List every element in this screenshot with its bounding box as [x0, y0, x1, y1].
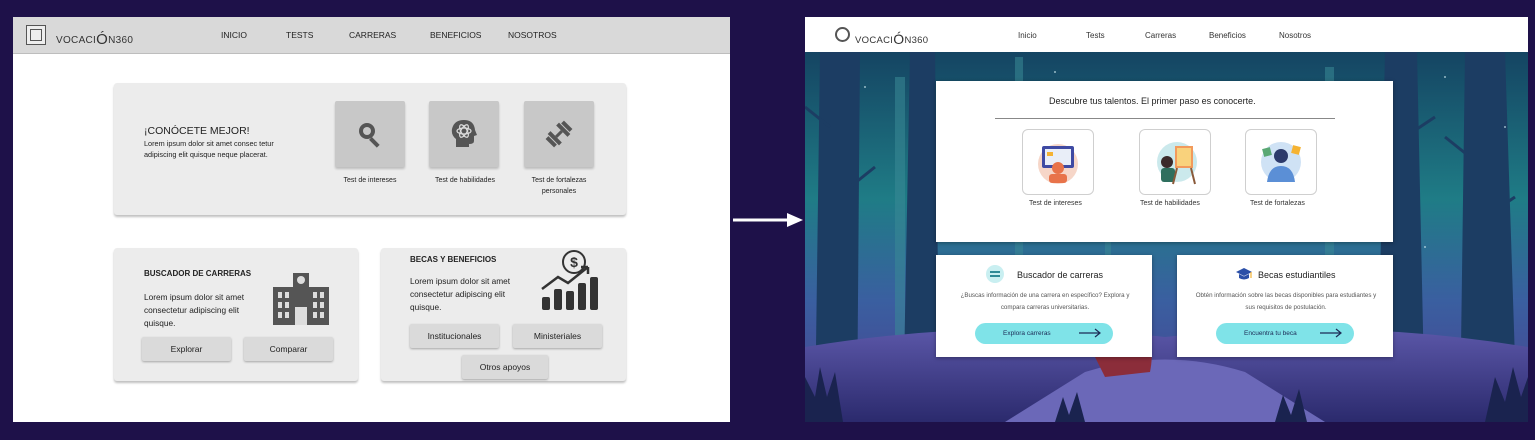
- wf-benefits-card: BECAS Y BENEFICIOS Lorem ipsum dolor sit…: [381, 248, 626, 381]
- wf-know-body: Lorem ipsum dolor sit amet consec tetur …: [144, 139, 274, 159]
- test-interests-tile[interactable]: [1022, 129, 1094, 195]
- nav-carreras[interactable]: Carreras: [1145, 31, 1176, 40]
- head-atom-icon: [451, 120, 477, 147]
- wf-test-interests-label: Test de intereses: [343, 177, 397, 184]
- nav-inicio[interactable]: Inicio: [1018, 31, 1037, 40]
- tests-card: Descubre tus talentos. El primer paso es…: [936, 81, 1393, 242]
- wf-nav-beneficios[interactable]: BENEFICIOS: [430, 30, 481, 40]
- compass-icon: [986, 265, 1004, 283]
- wf-compare-button[interactable]: Comparar: [244, 337, 333, 361]
- wf-ministerial-button[interactable]: Ministeriales: [513, 324, 602, 348]
- right-arrow-icon: [733, 213, 803, 227]
- design-navbar: VOCACIÓN360 Inicio Tests Carreras Benefi…: [805, 17, 1528, 52]
- svg-text:$: $: [570, 254, 578, 270]
- headline-divider: [995, 118, 1335, 119]
- wf-test-skills-tile[interactable]: [429, 101, 499, 167]
- image-placeholder-icon: [26, 25, 46, 45]
- test-strengths-label: Test de fortalezas: [1250, 200, 1305, 207]
- skills-painter-icon: [1157, 142, 1197, 185]
- strengths-person-icon: [1261, 142, 1301, 182]
- nav-tests[interactable]: Tests: [1086, 31, 1105, 40]
- design-logo[interactable]: VOCACIÓN360: [855, 30, 928, 47]
- wf-nav-inicio[interactable]: INICIO: [221, 30, 247, 40]
- scholarships-title: Becas estudiantiles: [1258, 270, 1336, 280]
- wf-nav-carreras[interactable]: CARRERAS: [349, 30, 396, 40]
- wf-know-title: ¡CONÓCETE MEJOR!: [144, 125, 250, 137]
- university-building-icon: [273, 273, 329, 325]
- wf-know-yourself-card: ¡CONÓCETE MEJOR! Lorem ipsum dolor sit a…: [114, 83, 626, 215]
- logo-globe-icon: [835, 27, 850, 42]
- scholarships-card: Becas estudiantiles Obtén información so…: [1177, 255, 1393, 357]
- explore-careers-button[interactable]: Explora carreras: [975, 323, 1113, 344]
- wf-test-skills-label: Test de habilidades: [435, 177, 495, 184]
- test-strengths-tile[interactable]: [1245, 129, 1317, 195]
- money-growth-icon: $: [541, 250, 598, 310]
- wf-careers-title: BUSCADOR DE CARRERAS: [144, 269, 252, 278]
- careers-description: ¿Buscas información de una carrera en es…: [960, 292, 1130, 311]
- explore-careers-label: Explora carreras: [1003, 330, 1051, 337]
- wf-nav-nosotros[interactable]: NOSOTROS: [508, 30, 557, 40]
- wf-careers-body: Lorem ipsum dolor sit amet consectetur a…: [144, 292, 245, 328]
- wf-nav-tests[interactable]: TESTS: [286, 30, 313, 40]
- careers-title: Buscador de carreras: [1017, 270, 1104, 280]
- nav-beneficios[interactable]: Beneficios: [1209, 31, 1246, 40]
- wf-test-strengths-tile[interactable]: [524, 101, 594, 167]
- tests-headline: Descubre tus talentos. El primer paso es…: [1049, 96, 1256, 106]
- test-skills-tile[interactable]: [1139, 129, 1211, 195]
- wireframe-navbar: VOCACIÓN360 INICIO TESTS CARRERAS BENEFI…: [13, 17, 730, 54]
- nav-nosotros[interactable]: Nosotros: [1279, 31, 1311, 40]
- arrow-right-icon: [1320, 328, 1342, 338]
- interests-illustration-icon: [1038, 144, 1078, 184]
- wf-careers-card: BUSCADOR DE CARRERAS Lorem ipsum dolor s…: [114, 248, 358, 381]
- wf-explore-button[interactable]: Explorar: [142, 337, 231, 361]
- graduation-cap-icon: [1236, 268, 1252, 280]
- wireframe-mockup: VOCACIÓN360 INICIO TESTS CARRERAS BENEFI…: [13, 17, 730, 422]
- wireframe-logo[interactable]: VOCACIÓN360: [56, 30, 133, 48]
- wf-benefits-body: Lorem ipsum dolor sit amet consectetur a…: [410, 276, 511, 312]
- wf-other-support-button[interactable]: Otros apoyos: [462, 355, 548, 379]
- wf-test-strengths-label: Test de fortalezas personales: [531, 177, 587, 195]
- find-scholarship-button[interactable]: Encuentra tu beca: [1216, 323, 1354, 344]
- scholarships-description: Obtén información sobre las becas dispon…: [1195, 292, 1377, 311]
- test-skills-label: Test de habilidades: [1140, 200, 1200, 207]
- wf-test-interests-tile[interactable]: [335, 101, 405, 167]
- careers-card: Buscador de carreras ¿Buscas información…: [936, 255, 1152, 357]
- dumbbell-icon: [545, 120, 573, 148]
- magnifier-icon: [359, 123, 380, 148]
- wf-benefits-title: BECAS Y BENEFICIOS: [410, 255, 497, 264]
- find-scholarship-label: Encuentra tu beca: [1244, 330, 1297, 337]
- arrow-right-icon: [1079, 328, 1101, 338]
- final-design-mockup: VOCACIÓN360 Inicio Tests Carreras Benefi…: [805, 17, 1528, 422]
- test-interests-label: Test de intereses: [1029, 200, 1082, 207]
- wf-institutional-button[interactable]: Institucionales: [410, 324, 499, 348]
